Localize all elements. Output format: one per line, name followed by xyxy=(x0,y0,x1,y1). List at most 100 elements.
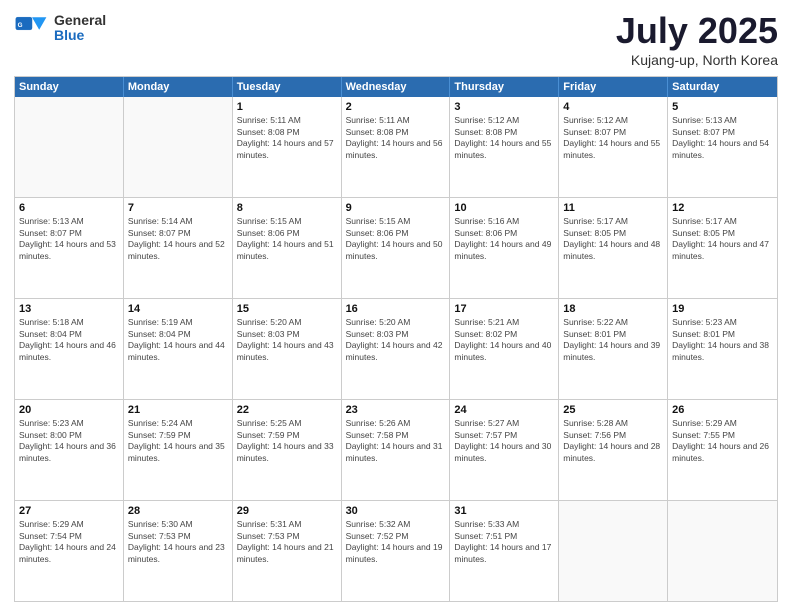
calendar-cell-day-31: 31Sunrise: 5:33 AM Sunset: 7:51 PM Dayli… xyxy=(450,501,559,601)
calendar-row-3: 20Sunrise: 5:23 AM Sunset: 8:00 PM Dayli… xyxy=(15,399,777,500)
cell-detail: Sunrise: 5:19 AM Sunset: 8:04 PM Dayligh… xyxy=(128,317,228,363)
day-number: 8 xyxy=(237,201,337,215)
cell-detail: Sunrise: 5:30 AM Sunset: 7:53 PM Dayligh… xyxy=(128,519,228,565)
calendar-cell-day-26: 26Sunrise: 5:29 AM Sunset: 7:55 PM Dayli… xyxy=(668,400,777,500)
calendar-cell-day-30: 30Sunrise: 5:32 AM Sunset: 7:52 PM Dayli… xyxy=(342,501,451,601)
day-number: 31 xyxy=(454,504,554,518)
day-number: 3 xyxy=(454,100,554,114)
cell-detail: Sunrise: 5:12 AM Sunset: 8:08 PM Dayligh… xyxy=(454,115,554,161)
day-of-week-thursday: Thursday xyxy=(450,77,559,97)
calendar-cell-day-27: 27Sunrise: 5:29 AM Sunset: 7:54 PM Dayli… xyxy=(15,501,124,601)
calendar-cell-day-18: 18Sunrise: 5:22 AM Sunset: 8:01 PM Dayli… xyxy=(559,299,668,399)
day-number: 28 xyxy=(128,504,228,518)
cell-detail: Sunrise: 5:16 AM Sunset: 8:06 PM Dayligh… xyxy=(454,216,554,262)
calendar-cell-day-16: 16Sunrise: 5:20 AM Sunset: 8:03 PM Dayli… xyxy=(342,299,451,399)
cell-detail: Sunrise: 5:21 AM Sunset: 8:02 PM Dayligh… xyxy=(454,317,554,363)
calendar-cell-empty xyxy=(15,97,124,197)
day-number: 21 xyxy=(128,403,228,417)
day-number: 22 xyxy=(237,403,337,417)
calendar-cell-day-11: 11Sunrise: 5:17 AM Sunset: 8:05 PM Dayli… xyxy=(559,198,668,298)
calendar-cell-day-28: 28Sunrise: 5:30 AM Sunset: 7:53 PM Dayli… xyxy=(124,501,233,601)
calendar-cell-day-1: 1Sunrise: 5:11 AM Sunset: 8:08 PM Daylig… xyxy=(233,97,342,197)
calendar-cell-day-15: 15Sunrise: 5:20 AM Sunset: 8:03 PM Dayli… xyxy=(233,299,342,399)
cell-detail: Sunrise: 5:31 AM Sunset: 7:53 PM Dayligh… xyxy=(237,519,337,565)
svg-text:G: G xyxy=(18,22,23,29)
day-number: 26 xyxy=(672,403,773,417)
cell-detail: Sunrise: 5:28 AM Sunset: 7:56 PM Dayligh… xyxy=(563,418,663,464)
header: G General Blue July 2025 Kujang-up, Nort… xyxy=(14,10,778,68)
day-number: 20 xyxy=(19,403,119,417)
day-number: 24 xyxy=(454,403,554,417)
day-of-week-friday: Friday xyxy=(559,77,668,97)
calendar-header: SundayMondayTuesdayWednesdayThursdayFrid… xyxy=(15,77,777,97)
cell-detail: Sunrise: 5:33 AM Sunset: 7:51 PM Dayligh… xyxy=(454,519,554,565)
day-number: 2 xyxy=(346,100,446,114)
calendar-cell-empty xyxy=(124,97,233,197)
day-number: 19 xyxy=(672,302,773,316)
day-number: 7 xyxy=(128,201,228,215)
cell-detail: Sunrise: 5:23 AM Sunset: 8:00 PM Dayligh… xyxy=(19,418,119,464)
cell-detail: Sunrise: 5:20 AM Sunset: 8:03 PM Dayligh… xyxy=(346,317,446,363)
day-of-week-saturday: Saturday xyxy=(668,77,777,97)
day-of-week-monday: Monday xyxy=(124,77,233,97)
calendar: SundayMondayTuesdayWednesdayThursdayFrid… xyxy=(14,76,778,602)
day-number: 27 xyxy=(19,504,119,518)
day-of-week-wednesday: Wednesday xyxy=(342,77,451,97)
day-number: 18 xyxy=(563,302,663,316)
calendar-cell-day-13: 13Sunrise: 5:18 AM Sunset: 8:04 PM Dayli… xyxy=(15,299,124,399)
day-number: 9 xyxy=(346,201,446,215)
day-number: 14 xyxy=(128,302,228,316)
calendar-cell-empty xyxy=(668,501,777,601)
logo-text: General Blue xyxy=(54,13,106,44)
day-of-week-sunday: Sunday xyxy=(15,77,124,97)
cell-detail: Sunrise: 5:13 AM Sunset: 8:07 PM Dayligh… xyxy=(672,115,773,161)
cell-detail: Sunrise: 5:22 AM Sunset: 8:01 PM Dayligh… xyxy=(563,317,663,363)
day-number: 13 xyxy=(19,302,119,316)
cell-detail: Sunrise: 5:18 AM Sunset: 8:04 PM Dayligh… xyxy=(19,317,119,363)
cell-detail: Sunrise: 5:24 AM Sunset: 7:59 PM Dayligh… xyxy=(128,418,228,464)
title-block: July 2025 Kujang-up, North Korea xyxy=(616,10,778,68)
day-number: 10 xyxy=(454,201,554,215)
cell-detail: Sunrise: 5:17 AM Sunset: 8:05 PM Dayligh… xyxy=(672,216,773,262)
calendar-body: 1Sunrise: 5:11 AM Sunset: 8:08 PM Daylig… xyxy=(15,97,777,601)
calendar-cell-day-4: 4Sunrise: 5:12 AM Sunset: 8:07 PM Daylig… xyxy=(559,97,668,197)
calendar-cell-day-7: 7Sunrise: 5:14 AM Sunset: 8:07 PM Daylig… xyxy=(124,198,233,298)
day-number: 12 xyxy=(672,201,773,215)
day-number: 1 xyxy=(237,100,337,114)
calendar-row-0: 1Sunrise: 5:11 AM Sunset: 8:08 PM Daylig… xyxy=(15,97,777,197)
logo-icon: G xyxy=(14,10,50,46)
day-number: 25 xyxy=(563,403,663,417)
calendar-cell-day-6: 6Sunrise: 5:13 AM Sunset: 8:07 PM Daylig… xyxy=(15,198,124,298)
day-number: 23 xyxy=(346,403,446,417)
cell-detail: Sunrise: 5:14 AM Sunset: 8:07 PM Dayligh… xyxy=(128,216,228,262)
calendar-cell-day-12: 12Sunrise: 5:17 AM Sunset: 8:05 PM Dayli… xyxy=(668,198,777,298)
cell-detail: Sunrise: 5:27 AM Sunset: 7:57 PM Dayligh… xyxy=(454,418,554,464)
month-title: July 2025 xyxy=(616,10,778,52)
day-number: 16 xyxy=(346,302,446,316)
calendar-row-1: 6Sunrise: 5:13 AM Sunset: 8:07 PM Daylig… xyxy=(15,197,777,298)
cell-detail: Sunrise: 5:23 AM Sunset: 8:01 PM Dayligh… xyxy=(672,317,773,363)
calendar-cell-day-20: 20Sunrise: 5:23 AM Sunset: 8:00 PM Dayli… xyxy=(15,400,124,500)
calendar-cell-day-9: 9Sunrise: 5:15 AM Sunset: 8:06 PM Daylig… xyxy=(342,198,451,298)
page: G General Blue July 2025 Kujang-up, Nort… xyxy=(0,0,792,612)
logo: G General Blue xyxy=(14,10,106,46)
cell-detail: Sunrise: 5:20 AM Sunset: 8:03 PM Dayligh… xyxy=(237,317,337,363)
day-number: 5 xyxy=(672,100,773,114)
calendar-row-4: 27Sunrise: 5:29 AM Sunset: 7:54 PM Dayli… xyxy=(15,500,777,601)
calendar-cell-day-3: 3Sunrise: 5:12 AM Sunset: 8:08 PM Daylig… xyxy=(450,97,559,197)
calendar-cell-day-23: 23Sunrise: 5:26 AM Sunset: 7:58 PM Dayli… xyxy=(342,400,451,500)
cell-detail: Sunrise: 5:11 AM Sunset: 8:08 PM Dayligh… xyxy=(237,115,337,161)
cell-detail: Sunrise: 5:17 AM Sunset: 8:05 PM Dayligh… xyxy=(563,216,663,262)
calendar-cell-day-25: 25Sunrise: 5:28 AM Sunset: 7:56 PM Dayli… xyxy=(559,400,668,500)
day-number: 29 xyxy=(237,504,337,518)
calendar-cell-day-22: 22Sunrise: 5:25 AM Sunset: 7:59 PM Dayli… xyxy=(233,400,342,500)
cell-detail: Sunrise: 5:15 AM Sunset: 8:06 PM Dayligh… xyxy=(346,216,446,262)
calendar-row-2: 13Sunrise: 5:18 AM Sunset: 8:04 PM Dayli… xyxy=(15,298,777,399)
day-number: 15 xyxy=(237,302,337,316)
cell-detail: Sunrise: 5:12 AM Sunset: 8:07 PM Dayligh… xyxy=(563,115,663,161)
calendar-cell-day-21: 21Sunrise: 5:24 AM Sunset: 7:59 PM Dayli… xyxy=(124,400,233,500)
calendar-cell-day-17: 17Sunrise: 5:21 AM Sunset: 8:02 PM Dayli… xyxy=(450,299,559,399)
calendar-cell-day-2: 2Sunrise: 5:11 AM Sunset: 8:08 PM Daylig… xyxy=(342,97,451,197)
day-number: 17 xyxy=(454,302,554,316)
cell-detail: Sunrise: 5:29 AM Sunset: 7:55 PM Dayligh… xyxy=(672,418,773,464)
